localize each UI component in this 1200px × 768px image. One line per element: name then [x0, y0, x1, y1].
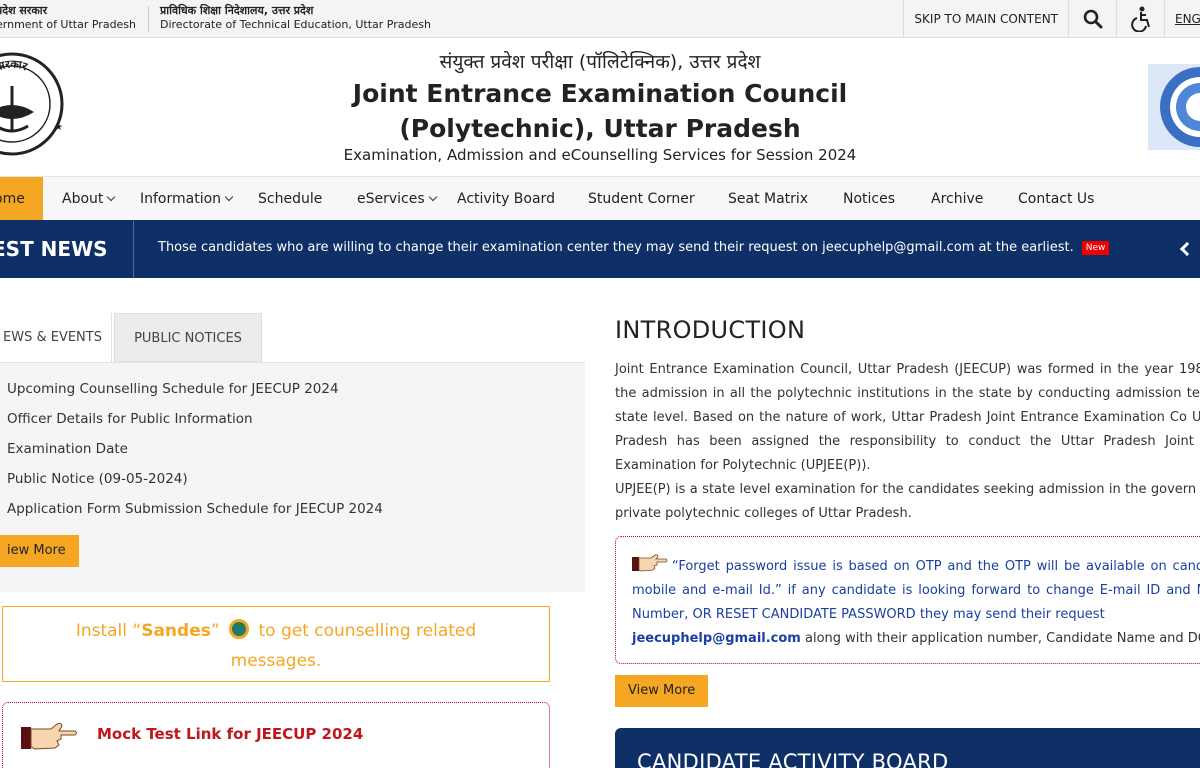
candidate-activity-board: CANDIDATE ACTIVITY BOARD	[615, 728, 1200, 768]
intro-view-more-button[interactable]: View More	[615, 675, 709, 707]
directorate-label-english: Directorate of Technical Education, Utta…	[160, 18, 431, 31]
nav-item-label: Contact Us	[1018, 191, 1095, 207]
government-label-english: ernment of Uttar Pradesh	[0, 18, 137, 31]
sandes-app-icon	[229, 619, 250, 639]
nav-item-seat-matrix[interactable]: Seat Matrix	[728, 177, 808, 221]
news-list-item[interactable]: Public Notice (09-05-2024)	[7, 469, 383, 499]
site-header: प्रदेश सरकार ★ संयुक्त प्रवेश परीक्षा (प…	[0, 38, 1200, 176]
nav-item-label: eServices	[357, 191, 425, 207]
nav-item-archive[interactable]: Archive	[931, 177, 983, 221]
password-notice-rest: along with their application number, Can…	[800, 631, 1200, 646]
nav-item-label: Notices	[843, 191, 896, 207]
language-switch-link[interactable]: ENGL	[1164, 0, 1200, 38]
chevron-left-icon[interactable]	[1179, 241, 1195, 257]
page-title-line1: Joint Entrance Examination Council	[352, 79, 848, 108]
sandes-app-name: Sandes	[141, 621, 211, 641]
nav-item-label: About	[62, 191, 104, 207]
nav-item-label: Schedule	[258, 191, 323, 207]
introduction-paragraph-2: UPJEE(P) is a state level examination fo…	[615, 482, 1200, 521]
activity-board-title: CANDIDATE ACTIVITY BOARD	[637, 750, 949, 768]
news-events-list: Upcoming Counselling Schedule for JEECUP…	[7, 379, 383, 529]
hindi-title: संयुक्त प्रवेश परीक्षा (पॉलिटेक्निक), उत…	[439, 51, 761, 73]
news-list-item[interactable]: Upcoming Counselling Schedule for JEECUP…	[7, 379, 383, 409]
government-label: प्रदेश सरकार ernment of Uttar Pradesh	[0, 4, 136, 32]
nav-item-label: Activity Board	[457, 191, 555, 207]
password-notice-box: “Forget password issue is based on OTP a…	[615, 536, 1200, 664]
sandes-text-post: to get counselling related	[258, 621, 477, 641]
accessibility-button[interactable]	[1116, 0, 1164, 38]
nav-item-schedule[interactable]: Schedule	[258, 177, 322, 221]
help-email-link[interactable]: jeecuphelp@gmail.com	[632, 631, 801, 646]
directorate-label: प्राविधिक शिक्षा निदेशालय, उत्तर प्रदेश …	[160, 4, 431, 32]
main-navigation: ome About Information Schedule eServices…	[0, 176, 1200, 221]
nav-item-notices[interactable]: Notices	[843, 177, 895, 221]
nav-item-student-corner[interactable]: Student Corner	[588, 177, 695, 221]
pointing-hand-icon	[632, 554, 668, 572]
topbar-tools: SKIP TO MAIN CONTENT ENGL	[903, 0, 1200, 38]
nav-item-contact-us[interactable]: Contact Us	[1018, 177, 1094, 221]
introduction-paragraph-1: Joint Entrance Examination Council, Utta…	[615, 362, 1200, 473]
news-ticker-item[interactable]: Those candidates who are willing to chan…	[158, 240, 1110, 256]
nav-item-home[interactable]: ome	[0, 177, 43, 221]
mock-test-card[interactable]: Mock Test Link for JEECUP 2024	[2, 702, 550, 768]
sandes-text-line2: messages.	[230, 651, 322, 671]
nav-item-label: ome	[0, 191, 25, 207]
news-list-item[interactable]: Application Form Submission Schedule for…	[7, 499, 383, 529]
news-list-item[interactable]: Officer Details for Public Information	[7, 409, 383, 439]
latest-news-label: EST NEWS	[0, 220, 134, 278]
nav-item-about[interactable]: About	[62, 177, 116, 221]
chevron-down-icon	[428, 192, 437, 202]
skip-to-main-content-link[interactable]: SKIP TO MAIN CONTENT	[903, 0, 1068, 38]
page-title-line2: (Polytechnic), Uttar Pradesh	[399, 114, 801, 143]
nav-item-label: Seat Matrix	[728, 191, 809, 207]
introduction-body: Joint Entrance Examination Council, Utta…	[615, 358, 1200, 526]
password-notice-text: “Forget password issue is based on OTP a…	[632, 559, 1200, 622]
nav-item-information[interactable]: Information	[140, 177, 234, 221]
nav-item-activity-board[interactable]: Activity Board	[457, 177, 555, 221]
new-badge: New	[1081, 241, 1110, 255]
pointing-hand-icon	[21, 722, 77, 750]
introduction-heading: INTRODUCTION	[615, 316, 806, 344]
chevron-down-icon	[224, 192, 234, 202]
nav-item-label: Information	[140, 191, 222, 207]
sandes-text-pre: Install “	[75, 621, 142, 641]
jeecup-logo	[1148, 64, 1200, 150]
svg-text:★: ★	[54, 122, 63, 133]
news-events-panel: Upcoming Counselling Schedule for JEECUP…	[0, 362, 585, 592]
state-emblem-logo: प्रदेश सरकार ★	[0, 52, 64, 156]
news-list-item[interactable]: Examination Date	[7, 439, 383, 469]
search-icon	[1083, 9, 1102, 29]
tab-public-notices[interactable]: PUBLIC NOTICES	[114, 313, 262, 362]
government-label-hindi: प्रदेश सरकार	[0, 4, 48, 17]
news-ticker-text: Those candidates who are willing to chan…	[158, 240, 1074, 255]
top-utility-bar: प्रदेश सरकार ernment of Uttar Pradesh प्…	[0, 0, 1200, 38]
nav-item-label: Student Corner	[588, 191, 695, 207]
page-subtitle: Examination, Admission and eCounselling …	[343, 146, 857, 164]
sandes-install-banner[interactable]: Install “Sandes” to get counselling rela…	[2, 606, 550, 682]
page-title: Joint Entrance Examination Council (Poly…	[300, 76, 900, 146]
mock-test-link[interactable]: Mock Test Link for JEECUP 2024	[97, 725, 363, 743]
nav-item-eservices[interactable]: eServices	[357, 177, 437, 221]
latest-news-bar: EST NEWS Those candidates who are willin…	[0, 220, 1200, 278]
sandes-text-mid: ”	[210, 621, 220, 641]
tab-news-events[interactable]: EWS & EVENTS	[0, 313, 112, 362]
chevron-down-icon	[107, 192, 116, 202]
directorate-label-hindi: प्राविधिक शिक्षा निदेशालय, उत्तर प्रदेश	[160, 4, 314, 17]
nav-item-label: Archive	[931, 191, 984, 207]
accessibility-icon	[1130, 6, 1150, 32]
news-view-more-button[interactable]: iew More	[0, 535, 79, 567]
search-button[interactable]	[1068, 0, 1116, 38]
topbar-divider	[148, 6, 149, 32]
